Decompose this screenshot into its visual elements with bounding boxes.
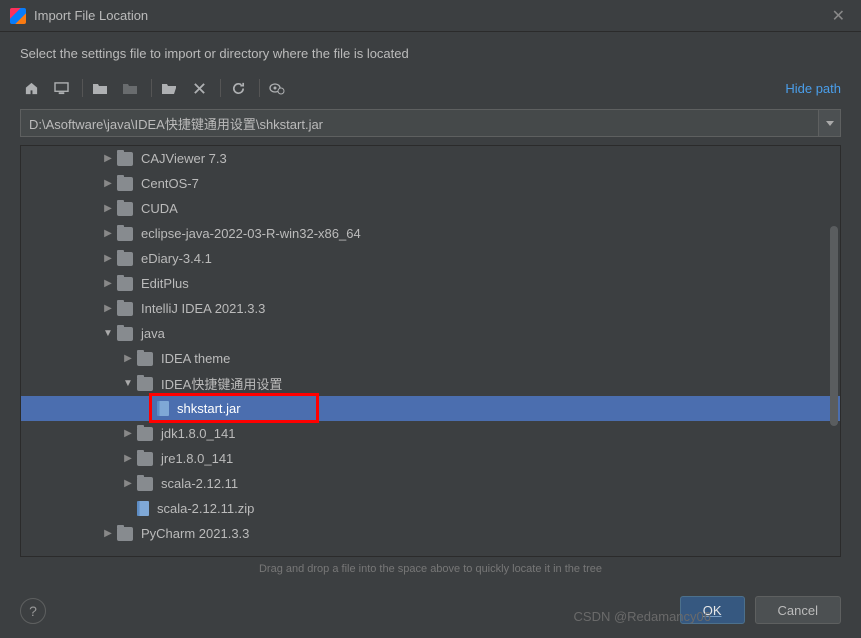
tree-item-label: eDiary-3.4.1 [141, 251, 212, 266]
tree-item-label: IntelliJ IDEA 2021.3.3 [141, 301, 265, 316]
tree-item-label: PyCharm 2021.3.3 [141, 526, 249, 541]
tree-row[interactable]: ▶ eDiary-3.4.1 [21, 246, 840, 271]
tree-item-label: java [141, 326, 165, 341]
folder-open-icon[interactable] [158, 77, 180, 99]
tree-row[interactable]: ▶ EditPlus [21, 271, 840, 296]
hide-path-link[interactable]: Hide path [785, 81, 841, 96]
tree-item-label: EditPlus [141, 276, 189, 291]
tree-row[interactable]: ▶ IntelliJ IDEA 2021.3.3 [21, 296, 840, 321]
show-hidden-icon[interactable] [266, 77, 288, 99]
chevron-right-icon[interactable]: ▶ [101, 277, 115, 291]
folder-icon [117, 527, 133, 541]
tree-row[interactable]: ▶ jre1.8.0_141 [21, 446, 840, 471]
toolbar: Hide path [0, 73, 861, 103]
chevron-right-icon[interactable]: ▶ [121, 352, 135, 366]
tree-row[interactable]: ▶ CUDA [21, 196, 840, 221]
chevron-right-icon[interactable]: ▶ [101, 152, 115, 166]
tree-item-label: jdk1.8.0_141 [161, 426, 235, 441]
new-folder-disabled-icon [119, 77, 141, 99]
folder-icon [117, 202, 133, 216]
chevron-right-icon[interactable]: ▶ [101, 302, 115, 316]
folder-icon [117, 302, 133, 316]
chevron-right-icon[interactable]: ▶ [101, 527, 115, 541]
tree-row[interactable]: scala-2.12.11.zip [21, 496, 840, 521]
tree-item-label: IDEA快捷键通用设置 [161, 374, 282, 393]
tree-item-label: CUDA [141, 201, 178, 216]
folder-icon [117, 327, 133, 341]
chevron-right-icon[interactable]: ▶ [101, 177, 115, 191]
delete-icon[interactable] [188, 77, 210, 99]
tree-item-label: scala-2.12.11 [161, 476, 238, 491]
separator [82, 79, 83, 97]
tree-item-label: CAJViewer 7.3 [141, 151, 227, 166]
chevron-right-icon[interactable]: ▶ [121, 477, 135, 491]
home-icon[interactable] [20, 77, 42, 99]
chevron-right-icon[interactable]: ▶ [101, 227, 115, 241]
folder-icon [117, 177, 133, 191]
button-bar: OK Cancel [680, 596, 841, 624]
chevron-down-icon[interactable]: ▼ [101, 327, 115, 341]
titlebar: Import File Location ✕ [0, 0, 861, 32]
tree-row[interactable]: ▶ jdk1.8.0_141 [21, 421, 840, 446]
tree-item-label: eclipse-java-2022-03-R-win32-x86_64 [141, 226, 361, 241]
window-title: Import File Location [34, 8, 826, 23]
tree-item-label: scala-2.12.11.zip [157, 501, 254, 516]
ok-button[interactable]: OK [680, 596, 745, 624]
folder-icon [117, 152, 133, 166]
file-tree[interactable]: ▶ CAJViewer 7.3 ▶ CentOS-7 ▶ CUDA ▶ eclipse-jav… [20, 145, 841, 557]
scrollbar-thumb[interactable] [830, 226, 838, 426]
ok-label: OK [703, 603, 722, 618]
cancel-button[interactable]: Cancel [755, 596, 841, 624]
separator [259, 79, 260, 97]
folder-icon [137, 452, 153, 466]
app-icon [10, 8, 26, 24]
tree-row[interactable]: ▶ IDEA theme [21, 346, 840, 371]
folder-icon [117, 227, 133, 241]
tree-item-label: shkstart.jar [177, 401, 241, 416]
chevron-right-icon[interactable]: ▶ [101, 202, 115, 216]
folder-icon [117, 277, 133, 291]
refresh-icon[interactable] [227, 77, 249, 99]
chevron-right-icon[interactable]: ▶ [121, 452, 135, 466]
folder-icon [137, 477, 153, 491]
close-icon[interactable]: ✕ [826, 6, 851, 26]
path-bar [20, 109, 841, 137]
folder-icon [137, 352, 153, 366]
chevron-right-icon[interactable]: ▶ [101, 252, 115, 266]
subtitle: Select the settings file to import or di… [0, 32, 861, 73]
chevron-right-icon[interactable]: ▶ [121, 427, 135, 441]
folder-icon [117, 252, 133, 266]
archive-icon [137, 501, 149, 516]
path-dropdown-icon[interactable] [819, 109, 841, 137]
tree-item-label: CentOS-7 [141, 176, 199, 191]
tree-row[interactable]: ▶ scala-2.12.11 [21, 471, 840, 496]
help-button[interactable]: ? [20, 598, 46, 624]
tree-row[interactable]: ▶ PyCharm 2021.3.3 [21, 521, 840, 546]
folder-icon [137, 377, 153, 391]
tree-row[interactable]: ▶ CentOS-7 [21, 171, 840, 196]
tree-row[interactable]: shkstart.jar [21, 396, 840, 421]
folder-icon [137, 427, 153, 441]
separator [151, 79, 152, 97]
tree-row[interactable]: ▼ java [21, 321, 840, 346]
desktop-icon[interactable] [50, 77, 72, 99]
cancel-label: Cancel [778, 603, 818, 618]
tree-row[interactable]: ▶ CAJViewer 7.3 [21, 146, 840, 171]
separator [220, 79, 221, 97]
new-folder-icon[interactable] [89, 77, 111, 99]
tree-row[interactable]: ▶ eclipse-java-2022-03-R-win32-x86_64 [21, 221, 840, 246]
drag-hint: Drag and drop a file into the space abov… [0, 557, 861, 581]
tree-row[interactable]: ▼ IDEA快捷键通用设置 [21, 371, 840, 396]
chevron-down-icon[interactable]: ▼ [121, 377, 135, 391]
tree-item-label: jre1.8.0_141 [161, 451, 233, 466]
archive-icon [157, 401, 169, 416]
path-input[interactable] [20, 109, 819, 137]
tree-item-label: IDEA theme [161, 351, 230, 366]
